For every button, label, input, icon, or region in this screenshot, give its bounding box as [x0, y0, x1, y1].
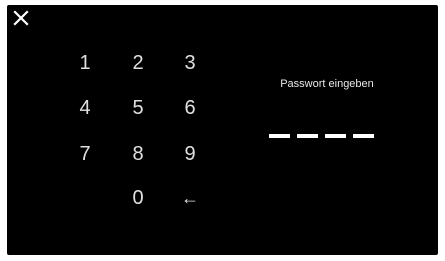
key-7[interactable]: 7	[67, 139, 103, 169]
pin-slot-4	[353, 134, 374, 138]
key-3[interactable]: 3	[172, 48, 208, 78]
key-4[interactable]: 4	[67, 93, 103, 123]
key-1[interactable]: 1	[67, 48, 103, 78]
pin-slot-2	[297, 134, 318, 138]
key-9[interactable]: 9	[172, 139, 208, 169]
key-0[interactable]: 0	[120, 183, 156, 213]
close-icon[interactable]	[12, 9, 30, 27]
key-5[interactable]: 5	[120, 93, 156, 123]
pin-slot-3	[325, 134, 346, 138]
backspace-icon[interactable]: ←	[172, 183, 208, 213]
key-2[interactable]: 2	[120, 48, 156, 78]
pin-slot-1	[269, 134, 290, 138]
pin-entry-screen: 1 2 3 4 5 6 7 8 9 0 ← Passwort eingeben	[7, 5, 438, 255]
password-prompt: Passwort eingeben	[280, 78, 374, 90]
close-icon-glyph	[13, 10, 29, 26]
key-6[interactable]: 6	[172, 93, 208, 123]
key-8[interactable]: 8	[120, 139, 156, 169]
